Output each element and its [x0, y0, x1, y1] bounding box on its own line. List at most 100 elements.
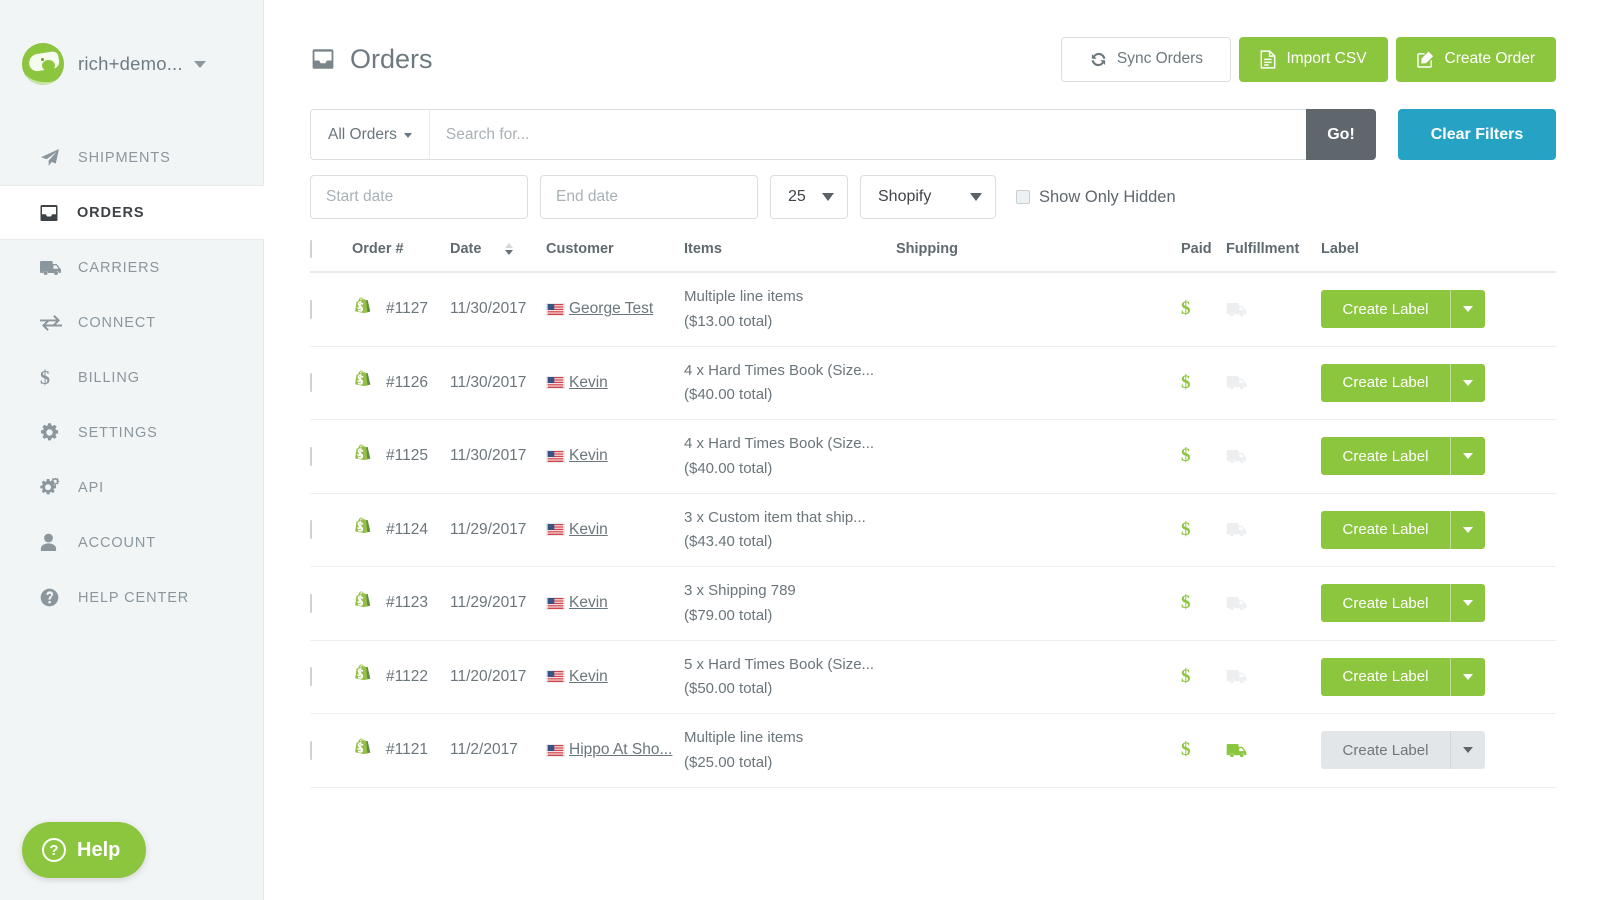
- sync-orders-button[interactable]: Sync Orders: [1061, 36, 1232, 82]
- per-page-select[interactable]: 25: [770, 175, 848, 219]
- row-checkbox[interactable]: [310, 520, 312, 540]
- th-order[interactable]: Order #: [352, 241, 450, 273]
- paid-status-icon: $: [1181, 739, 1191, 761]
- customer-link[interactable]: Kevin: [569, 521, 608, 539]
- create-label-button[interactable]: Create Label: [1321, 363, 1451, 402]
- th-items[interactable]: Items: [684, 241, 896, 273]
- items-cell: 5 x Hard Times Book (Size... ($50.00 tot…: [684, 640, 896, 714]
- row-select-cell: [310, 713, 352, 788]
- create-label-dropdown-toggle[interactable]: [1451, 437, 1485, 476]
- create-label-dropdown-toggle[interactable]: [1451, 363, 1485, 402]
- order-number: #1121: [386, 741, 428, 759]
- table-row[interactable]: #1127 11/30/2017 George Test Multiple li…: [310, 272, 1556, 347]
- sidebar-item-carriers[interactable]: CARRIERS: [0, 240, 263, 295]
- import-csv-button[interactable]: Import CSV: [1239, 36, 1388, 82]
- customer-link[interactable]: Kevin: [569, 668, 608, 686]
- customer-link[interactable]: Kevin: [569, 447, 608, 465]
- row-checkbox[interactable]: [310, 740, 312, 760]
- customer-link[interactable]: Hippo At Sho...: [569, 741, 672, 759]
- fulfillment-cell: [1226, 346, 1321, 420]
- go-button[interactable]: Go!: [1306, 109, 1376, 160]
- clear-filters-button[interactable]: Clear Filters: [1398, 109, 1556, 160]
- th-label: Label: [1321, 241, 1556, 273]
- paid-cell: $: [1181, 419, 1226, 494]
- select-all-checkbox[interactable]: [310, 240, 312, 258]
- account-switcher[interactable]: rich+demo...: [0, 0, 263, 128]
- table-row[interactable]: #1123 11/29/2017 Kevin 3 x Shipping 789 …: [310, 566, 1556, 641]
- show-only-hidden-checkbox[interactable]: [1016, 190, 1030, 204]
- th-customer[interactable]: Customer: [546, 241, 684, 273]
- orders-table-head: Order # Date Customer Items Shipping Pai…: [310, 240, 1556, 273]
- sidebar-item-billing[interactable]: $ BILLING: [0, 350, 263, 405]
- sidebar-nav: SHIPMENTS ORDERS CARRIERS CONNECT $ BILL…: [0, 130, 264, 625]
- paid-status-icon: $: [1181, 518, 1191, 540]
- sidebar-item-account[interactable]: ACCOUNT: [0, 515, 263, 570]
- sidebar-item-label: SHIPMENTS: [78, 149, 171, 166]
- fulfillment-truck-icon: [1226, 670, 1247, 684]
- caret-down-icon[interactable]: [193, 60, 206, 68]
- table-row[interactable]: #1124 11/29/2017 Kevin 3 x Custom item t…: [310, 493, 1556, 567]
- search-input[interactable]: [428, 109, 1306, 160]
- order-number: #1126: [386, 373, 428, 391]
- sidebar-item-shipments[interactable]: SHIPMENTS: [0, 130, 263, 185]
- create-label-button[interactable]: Create Label: [1321, 584, 1451, 623]
- help-widget-button[interactable]: ? Help: [22, 822, 147, 878]
- table-row[interactable]: #1125 11/30/2017 Kevin 4 x Hard Times Bo…: [310, 419, 1556, 494]
- source-select[interactable]: Shopify: [860, 175, 996, 219]
- orders-table: Order # Date Customer Items Shipping Pai…: [310, 240, 1556, 788]
- create-label-dropdown-toggle[interactable]: [1451, 290, 1485, 329]
- row-checkbox[interactable]: [310, 667, 312, 687]
- th-paid[interactable]: Paid: [1181, 241, 1226, 273]
- th-shipping[interactable]: Shipping: [896, 241, 1181, 273]
- table-row[interactable]: #1121 11/2/2017 Hippo At Sho... Multiple…: [310, 713, 1556, 788]
- items-total: ($79.00 total): [684, 606, 773, 624]
- row-checkbox[interactable]: [310, 299, 312, 319]
- items-summary: 4 x Hard Times Book (Size...: [684, 435, 875, 452]
- customer-cell: Kevin: [546, 346, 684, 420]
- order-cell: #1124: [352, 493, 450, 567]
- customer-link[interactable]: Kevin: [569, 594, 608, 612]
- th-date[interactable]: Date: [450, 241, 546, 273]
- sidebar-item-label: BILLING: [78, 369, 140, 386]
- sidebar-item-help-center[interactable]: HELP CENTER: [0, 570, 263, 625]
- create-label-button[interactable]: Create Label: [1321, 731, 1451, 770]
- sidebar-item-label: ACCOUNT: [78, 534, 156, 551]
- row-checkbox[interactable]: [310, 446, 312, 466]
- sidebar-item-settings[interactable]: SETTINGS: [0, 405, 263, 460]
- order-date: 11/30/2017: [450, 300, 527, 318]
- th-fulfillment[interactable]: Fulfillment: [1226, 241, 1321, 273]
- shopify-icon: [355, 738, 371, 754]
- page-title-text: Orders: [350, 43, 433, 74]
- create-label-dropdown-toggle[interactable]: [1451, 510, 1485, 549]
- show-only-hidden-toggle[interactable]: Show Only Hidden: [1016, 188, 1176, 207]
- create-label-button[interactable]: Create Label: [1321, 437, 1451, 476]
- end-date-input[interactable]: [540, 175, 758, 219]
- create-label-dropdown-toggle[interactable]: [1451, 657, 1485, 696]
- create-label-dropdown-toggle[interactable]: [1451, 731, 1485, 770]
- create-label-dropdown-toggle[interactable]: [1451, 584, 1485, 623]
- row-select-cell: [310, 566, 352, 641]
- customer-link[interactable]: George Test: [569, 300, 653, 318]
- gears-icon: [40, 478, 66, 497]
- table-row[interactable]: #1122 11/20/2017 Kevin 5 x Hard Times Bo…: [310, 640, 1556, 714]
- sidebar-item-connect[interactable]: CONNECT: [0, 295, 263, 350]
- us-flag-icon: [546, 670, 565, 684]
- create-order-button[interactable]: Create Order: [1395, 36, 1556, 82]
- order-scope-dropdown[interactable]: All Orders: [310, 109, 429, 160]
- sort-icon[interactable]: [505, 243, 514, 255]
- create-label-button[interactable]: Create Label: [1321, 510, 1451, 549]
- sidebar-item-orders[interactable]: ORDERS: [0, 185, 264, 240]
- sync-orders-label: Sync Orders: [1116, 50, 1203, 67]
- start-date-input[interactable]: [310, 175, 528, 219]
- row-checkbox[interactable]: [310, 373, 312, 393]
- order-date: 11/29/2017: [450, 520, 527, 538]
- sidebar-item-api[interactable]: API: [0, 460, 263, 515]
- create-label-button[interactable]: Create Label: [1321, 290, 1451, 329]
- customer-link[interactable]: Kevin: [569, 374, 608, 392]
- table-row[interactable]: #1126 11/30/2017 Kevin 4 x Hard Times Bo…: [310, 346, 1556, 420]
- row-checkbox[interactable]: [310, 593, 312, 613]
- us-flag-icon: [546, 596, 565, 610]
- create-label-button[interactable]: Create Label: [1321, 657, 1451, 696]
- caret-down-icon: [1463, 600, 1473, 607]
- sidebar-item-label: API: [78, 479, 105, 496]
